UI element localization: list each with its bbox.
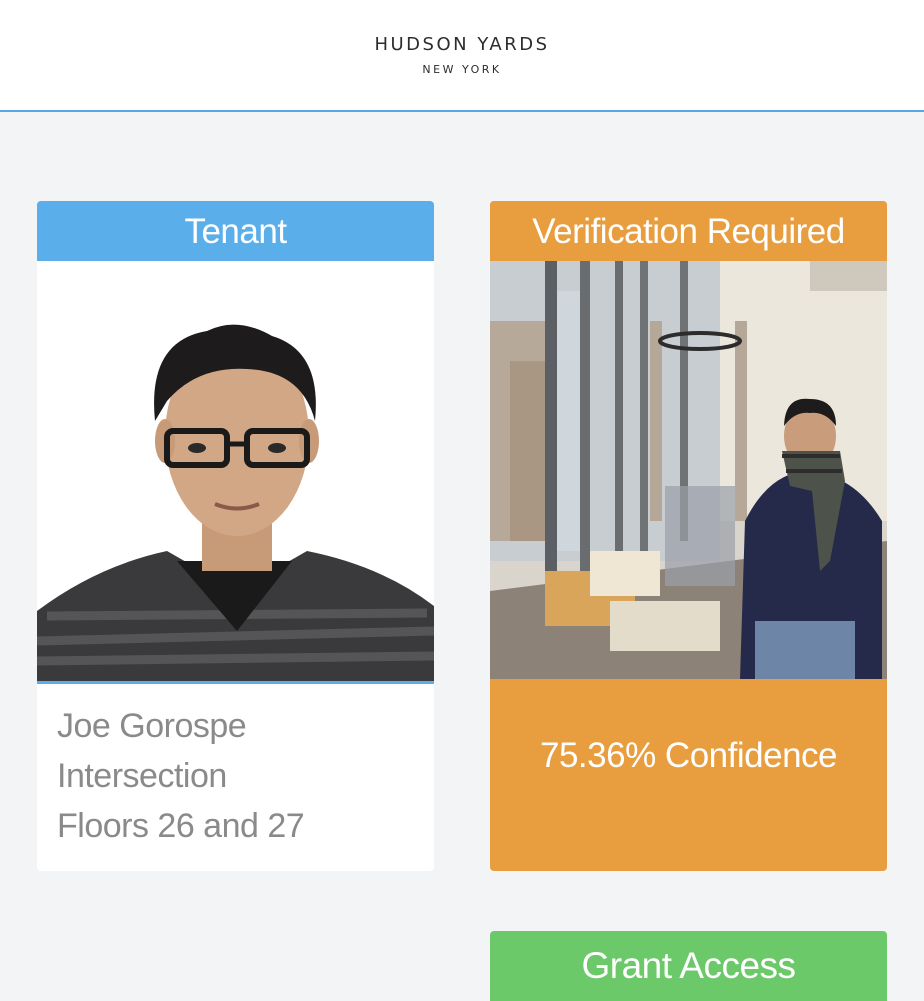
brand-logo-subtitle: NEW YORK <box>422 63 502 76</box>
verification-card: Verification Required 75.36% Confidence <box>490 201 887 871</box>
tenant-company: Intersection <box>57 757 227 795</box>
tenant-name: Joe Gorospe <box>57 707 247 745</box>
app-header: HUDSON YARDS NEW YORK <box>0 0 924 112</box>
tenant-card: Tenant Joe Gorospe Intersection Floors 2… <box>37 201 434 871</box>
tenant-info: Joe Gorospe Intersection Floors 26 and 2… <box>57 701 305 851</box>
camera-capture-photo <box>490 261 887 681</box>
tenant-floors: Floors 26 and 27 <box>57 807 305 845</box>
verification-card-title: Verification Required <box>490 201 887 261</box>
grant-access-button[interactable]: Grant Access <box>490 931 887 1001</box>
brand-logo-title: HUDSON YARDS <box>374 34 550 55</box>
tenant-card-title: Tenant <box>37 201 434 261</box>
confidence-score: 75.36% Confidence <box>540 736 838 775</box>
tenant-portrait-photo <box>37 261 434 684</box>
